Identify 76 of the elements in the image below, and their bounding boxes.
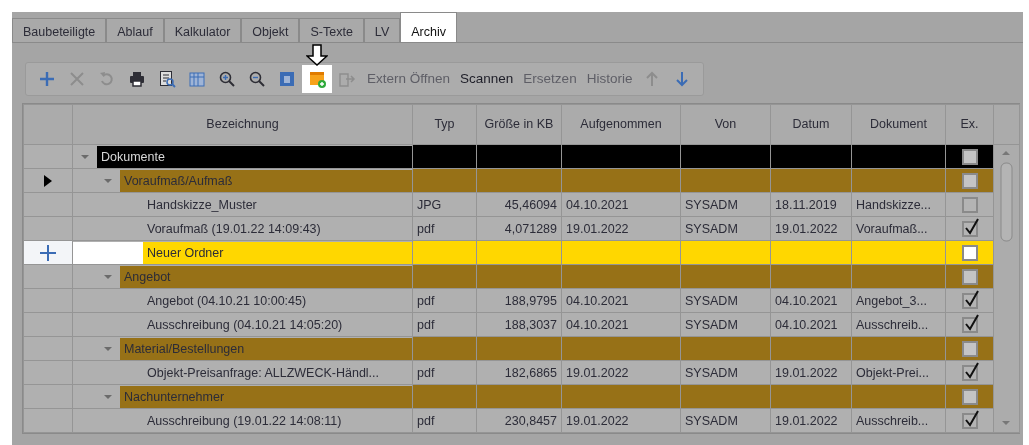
collapse-icon[interactable] [81,152,89,161]
plus-icon [38,70,56,88]
checkbox[interactable] [961,269,978,286]
table-cell: 04.10.2021 [561,288,681,313]
table-cell: 04.10.2021 [561,312,681,337]
close-icon [68,70,86,88]
column-header[interactable]: Ex. [945,104,994,145]
checkbox[interactable] [961,389,978,406]
table-cell: SYSADM [680,312,771,337]
undo-icon [98,70,116,88]
file-name: Ausschreibung (19.01.22 14:08:11) [146,412,343,430]
columns-icon [188,70,206,88]
checkbox[interactable] [961,341,978,358]
collapse-icon[interactable] [104,272,112,281]
table-cell: SYSADM [680,360,771,385]
table-cell: 19.01.2022 [561,216,681,241]
tab[interactable]: Objekt [241,18,300,42]
folder-name: Angebot [120,265,412,288]
tab[interactable]: LV [363,18,401,42]
column-header[interactable]: Von [680,104,771,145]
file-name: Voraufmaß (19.01.22 14:09:43) [146,220,322,238]
collapse-icon[interactable] [104,344,112,353]
file-name: Objekt-Preisanfrage: ALLZWECK-Händl... [146,364,381,382]
new-folder-icon [308,70,326,88]
table-cell: Handskizze... [851,192,946,217]
file-name: Angebot (04.10.21 10:00:45) [146,292,308,310]
column-header[interactable]: Größe in KB [476,104,562,145]
checkbox[interactable] [961,149,978,166]
tab[interactable]: Baubeteiligte [12,18,107,42]
table-cell: 19.01.2022 [561,360,681,385]
checkbox[interactable] [961,413,978,430]
collapse-icon[interactable] [104,176,112,185]
column-header[interactable]: Datum [770,104,852,145]
checkbox[interactable] [961,221,978,238]
table-cell: Angebot_3... [851,288,946,313]
checkbox[interactable] [961,197,978,214]
column-header[interactable]: Aufgenommen [561,104,681,145]
table-cell: 04.10.2021 [561,192,681,217]
scrollbar[interactable] [993,144,1020,433]
table-cell: SYSADM [680,216,771,241]
report-search-icon [158,70,176,88]
table-cell: 19.01.2022 [561,408,681,433]
table-cell: Ausschreib... [851,408,946,433]
table-cell: Ausschreib... [851,312,946,337]
checkbox[interactable] [961,245,978,262]
checkbox[interactable] [961,173,978,190]
tab[interactable]: Ablauf [106,18,164,42]
column-header[interactable]: Dokument [851,104,946,145]
tab[interactable]: Kalkulator [163,18,242,42]
folder-name: Material/Bestellungen [120,337,412,360]
file-name: Ausschreibung (04.10.21 14:05:20) [146,316,344,334]
folder-name: Neuer Ordner [143,241,412,264]
folder-name: Dokumente [97,145,412,168]
zoom-out-icon [248,70,266,88]
table-cell: SYSADM [680,288,771,313]
file-name: Handskizze_Muster [146,196,258,214]
table-cell: SYSADM [680,408,771,433]
column-header[interactable]: Typ [412,104,477,145]
zoom-in-icon [218,70,236,88]
toolbar-button[interactable]: Scannen [455,65,519,93]
table-cell: Voraufmaß... [851,216,946,241]
checkbox[interactable] [961,317,978,334]
folder-name: Nachunternehmer [120,385,412,408]
pointer-arrow-icon [306,44,328,66]
checkbox[interactable] [961,365,978,382]
printer-icon [128,70,146,88]
column-header[interactable]: Bezeichnung [72,104,413,145]
table-cell: SYSADM [680,192,771,217]
table-cell: Objekt-Prei... [851,360,946,385]
checkbox[interactable] [961,293,978,310]
export-icon [338,70,356,88]
tab[interactable]: S-Texte [299,18,364,42]
tab[interactable]: Archiv [400,12,457,42]
help-book-icon [278,70,296,88]
folder-name: Voraufmaß/Aufmaß [120,169,412,192]
collapse-icon[interactable] [104,392,112,401]
